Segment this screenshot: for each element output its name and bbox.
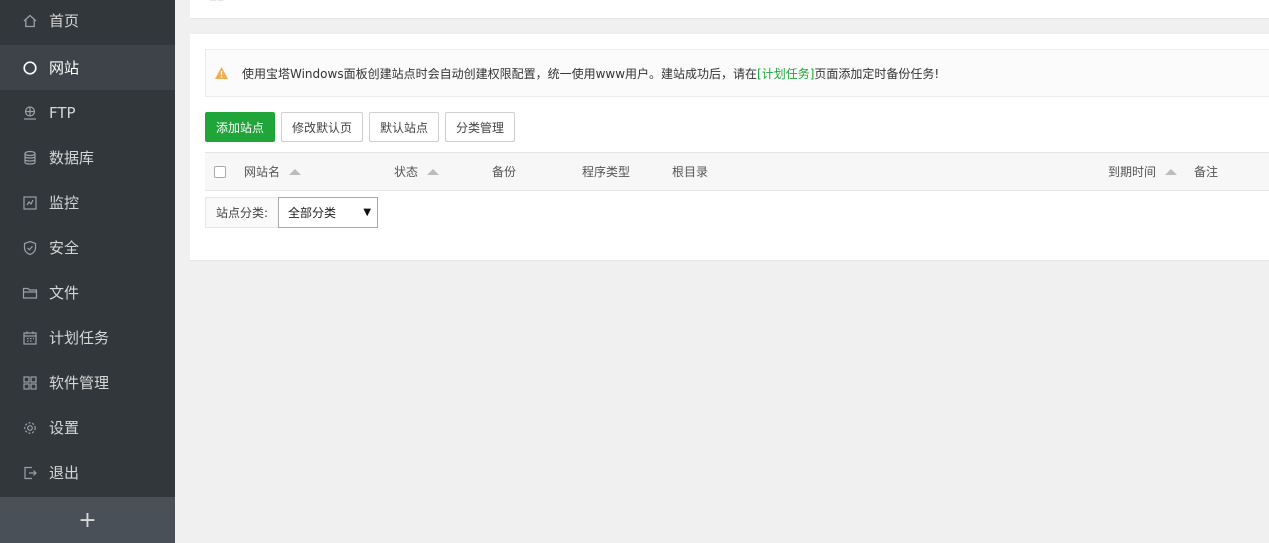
sidebar-item-label: 计划任务: [49, 329, 110, 347]
notice-text-tail: 页面添加定时备份任务!: [814, 66, 940, 81]
sidebar-item-label: FTP: [49, 103, 76, 122]
sidebar-item-home[interactable]: 首页: [0, 0, 175, 45]
site-panel: 使用宝塔Windows面板创建站点时会自动创建权限配置，统一使用www用户。建站…: [190, 34, 1269, 261]
sidebar-item-security[interactable]: 安全: [0, 225, 175, 270]
category-manage-button[interactable]: 分类管理: [445, 112, 516, 142]
select-all-cell: [214, 153, 226, 190]
sidebar-item-files[interactable]: 文件: [0, 270, 175, 315]
sort-up-icon: [289, 168, 302, 175]
column-program-type: 程序类型: [582, 153, 630, 190]
default-site-button[interactable]: 默认站点: [369, 112, 440, 142]
sidebar-item-label: 首页: [49, 12, 80, 30]
folder-icon: [22, 285, 38, 301]
category-filter: 站点分类: 全部分类 ▼: [205, 197, 379, 228]
sidebar: 首页 网站 FTP 数据库 监控 安全 文件 计划任务 软件管理 设置 退出 +: [0, 0, 175, 543]
logout-icon: [22, 465, 38, 481]
notice-text: 使用宝塔Windows面板创建站点时会自动创建权限配置，统一使用www用户。建站…: [242, 66, 758, 81]
monitor-icon: [22, 195, 38, 211]
column-label: 根目录: [672, 165, 709, 179]
sidebar-item-cron[interactable]: 计划任务: [0, 315, 175, 360]
breadcrumb-bar: [190, 0, 1269, 19]
apps-icon: [22, 375, 38, 391]
dropdown-arrow-icon: ▼: [363, 207, 372, 218]
sidebar-item-label: 退出: [49, 464, 80, 482]
globe-icon: [22, 60, 38, 76]
column-label: 程序类型: [582, 165, 631, 179]
database-icon: [22, 150, 38, 166]
sidebar-item-website[interactable]: 网站: [0, 45, 175, 90]
column-status[interactable]: 状态: [394, 153, 440, 190]
sidebar-item-label: 数据库: [49, 149, 95, 167]
gear-icon: [22, 420, 38, 436]
column-remark: 备注: [1194, 153, 1218, 190]
warning-icon: [214, 66, 229, 80]
column-label: 备份: [492, 165, 517, 179]
sidebar-item-logout[interactable]: 退出: [0, 450, 175, 495]
calendar-icon: [22, 330, 38, 346]
add-site-button[interactable]: 添加站点: [205, 112, 276, 142]
column-label: 备注: [1194, 165, 1219, 179]
sidebar-item-label: 设置: [49, 419, 80, 437]
home-icon: [22, 13, 38, 29]
sort-up-icon: [1165, 168, 1178, 175]
breadcrumb-home-icon: [210, 0, 224, 1]
sidebar-item-label: 监控: [49, 194, 80, 212]
column-label: 到期时间: [1108, 165, 1157, 179]
sidebar-item-label: 安全: [49, 239, 80, 257]
sidebar-menu: 首页 网站 FTP 数据库 监控 安全 文件 计划任务 软件管理 设置 退出: [0, 0, 175, 495]
select-all-checkbox[interactable]: [214, 165, 226, 178]
notice-bar: 使用宝塔Windows面板创建站点时会自动创建权限配置，统一使用www用户。建站…: [205, 49, 1269, 97]
sidebar-item-ftp[interactable]: FTP: [0, 90, 175, 135]
ftp-icon: [22, 105, 38, 121]
category-select-value: 全部分类: [288, 206, 337, 220]
sidebar-item-label: 文件: [49, 284, 80, 302]
category-select[interactable]: 全部分类 ▼: [278, 197, 379, 228]
column-expire-time[interactable]: 到期时间: [1108, 153, 1178, 190]
edit-default-page-button[interactable]: 修改默认页: [281, 112, 364, 142]
category-filter-label: 站点分类:: [206, 198, 279, 227]
column-label: 状态: [394, 165, 419, 179]
column-site-name[interactable]: 网站名: [244, 153, 302, 190]
column-backup: 备份: [492, 153, 516, 190]
toolbar: 添加站点 修改默认页 默认站点 分类管理: [205, 112, 516, 142]
add-menu-button[interactable]: +: [0, 497, 175, 543]
sidebar-item-label: 网站: [49, 59, 80, 77]
column-root-dir: 根目录: [672, 153, 708, 190]
site-table-header: 网站名 状态 备份 程序类型 根目录 到期时间 备注: [205, 152, 1269, 191]
sidebar-item-software[interactable]: 软件管理: [0, 360, 175, 405]
sidebar-item-database[interactable]: 数据库: [0, 135, 175, 180]
sidebar-item-label: 软件管理: [49, 374, 110, 392]
sort-up-icon: [427, 168, 440, 175]
cron-task-link[interactable]: [计划任务]: [757, 65, 814, 82]
sidebar-item-monitor[interactable]: 监控: [0, 180, 175, 225]
shield-icon: [22, 240, 38, 256]
plus-icon: +: [78, 507, 97, 533]
column-label: 网站名: [244, 165, 281, 179]
sidebar-item-settings[interactable]: 设置: [0, 405, 175, 450]
